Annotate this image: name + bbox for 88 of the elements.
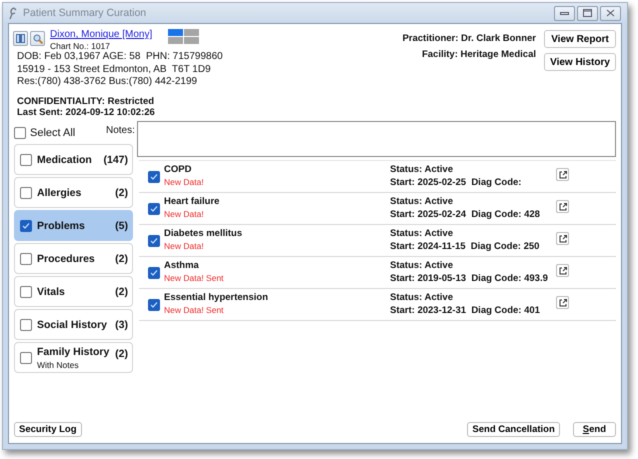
new-data-label: New Data! <box>164 176 205 188</box>
category-label: Social History <box>37 318 108 330</box>
category-item[interactable]: Procedures (2) <box>14 243 133 274</box>
new-data-label: New Data! Sent <box>164 304 225 316</box>
checkbox[interactable] <box>148 202 160 214</box>
notes-field[interactable] <box>137 121 616 157</box>
checkbox[interactable] <box>148 234 160 246</box>
checkbox[interactable] <box>14 127 26 139</box>
confidentiality-text: CONFIDENTIALITY: Restricted <box>17 96 156 107</box>
category-item[interactable]: Medication (147) <box>14 144 133 175</box>
send-cancellation-button[interactable]: Send Cancellation <box>467 422 560 437</box>
category-count: (2) <box>115 252 128 264</box>
patient-detail-text: 15919 - 153 Street Edmonton, AB T6T 1D9 <box>17 64 212 76</box>
open-external-icon[interactable] <box>556 200 569 213</box>
start-diag-text: Start: 2025-02-24 Diag Code: 428 <box>390 208 541 220</box>
checkbox[interactable] <box>148 170 160 182</box>
new-data-label: New Data! Sent <box>164 272 225 284</box>
category-count: (2) <box>115 186 128 198</box>
category-count: (147) <box>103 154 128 166</box>
layout-grid-icon[interactable] <box>168 29 199 44</box>
open-external-icon[interactable] <box>556 168 569 181</box>
problem-name: Heart failure <box>164 195 220 208</box>
checkbox[interactable] <box>20 186 32 198</box>
minimize-button[interactable] <box>554 6 575 20</box>
start-diag-text: Start: 2019-05-13 Diag Code: 493.9 <box>390 272 549 284</box>
checkbox[interactable] <box>20 252 32 264</box>
category-item[interactable]: Family History With Notes (2) <box>14 342 133 373</box>
new-data-label: New Data! <box>164 240 205 252</box>
select-all-label[interactable]: Select All <box>30 127 76 139</box>
category-label: Allergies <box>37 186 82 198</box>
checkbox[interactable] <box>148 298 160 310</box>
new-data-label: New Data! <box>164 208 205 220</box>
status-text: Status: Active <box>390 194 454 208</box>
category-count: (2) <box>115 348 128 360</box>
minimize-icon <box>560 10 569 16</box>
category-count: (5) <box>115 220 128 232</box>
view-history-button[interactable]: View History <box>544 53 616 71</box>
start-diag-text: Start: 2024-11-15 Diag Code: 250 <box>390 240 540 252</box>
status-text: Status: Active <box>390 258 454 272</box>
checkbox[interactable] <box>20 220 32 232</box>
category-label: Vitals <box>37 286 66 298</box>
checkbox[interactable] <box>20 154 32 166</box>
app-icon <box>8 6 18 20</box>
problem-name: Asthma <box>164 259 200 272</box>
checkbox[interactable] <box>20 352 32 364</box>
category-label: Problems <box>37 220 86 232</box>
category-label: Procedures <box>37 252 96 264</box>
category-count: (3) <box>115 318 128 330</box>
patient-name-link[interactable]: Dixon, Monique [Mony] <box>50 29 166 41</box>
category-label: Medication <box>37 154 93 166</box>
patient-detail-text: Res:(780) 438-3762 Bus:(780) 442-2199 <box>17 76 198 88</box>
checkbox[interactable] <box>20 318 32 330</box>
search-icon[interactable] <box>30 31 45 46</box>
view-report-button[interactable]: View Report <box>544 30 616 48</box>
status-text: Status: Active <box>390 290 454 304</box>
category-item[interactable]: Allergies (2) <box>14 177 133 208</box>
panel-toggle-icon[interactable] <box>13 31 28 46</box>
status-text: Status: Active <box>390 226 454 240</box>
category-label: Family History <box>37 346 110 358</box>
send-button[interactable]: Send <box>572 422 616 437</box>
status-text: Status: Active <box>390 162 454 176</box>
start-diag-text: Start: 2023-12-31 Diag Code: 401 <box>390 304 541 316</box>
practitioner-text: Practitioner: Dr. Clark Bonner <box>402 33 536 44</box>
close-icon <box>606 9 615 17</box>
maximize-icon <box>583 9 592 17</box>
open-external-icon[interactable] <box>556 232 569 245</box>
maximize-button[interactable] <box>577 6 598 20</box>
checkbox[interactable] <box>148 266 160 278</box>
start-diag-text: Start: 2025-02-25 Diag Code: <box>390 176 522 188</box>
chart-number: Chart No.: 1017 <box>50 41 112 51</box>
window-title: Patient Summary Curation <box>23 7 148 19</box>
category-item[interactable]: Social History (3) <box>14 309 133 340</box>
last-sent-text: Last Sent: 2024-09-12 10:02:26 <box>17 107 156 118</box>
open-external-icon[interactable] <box>556 296 569 309</box>
security-log-button[interactable]: Security Log <box>14 422 82 437</box>
open-external-icon[interactable] <box>556 264 569 277</box>
problem-name: Essential hypertension <box>164 291 270 304</box>
checkbox[interactable] <box>20 286 32 298</box>
problem-name: Diabetes mellitus <box>164 227 244 240</box>
facility-text: Facility: Heritage Medical <box>422 49 536 60</box>
notes-label: Notes: <box>106 124 136 136</box>
category-item[interactable]: Vitals (2) <box>14 276 133 307</box>
category-item[interactable]: Problems (5) <box>14 210 133 241</box>
category-count: (2) <box>115 286 128 298</box>
close-button[interactable] <box>600 6 621 20</box>
category-note: With Notes <box>37 360 80 370</box>
problem-name: COPD <box>164 163 192 176</box>
patient-detail-text: DOB: Feb 03,1967 AGE: 58 PHN: 715799860 <box>17 51 224 64</box>
